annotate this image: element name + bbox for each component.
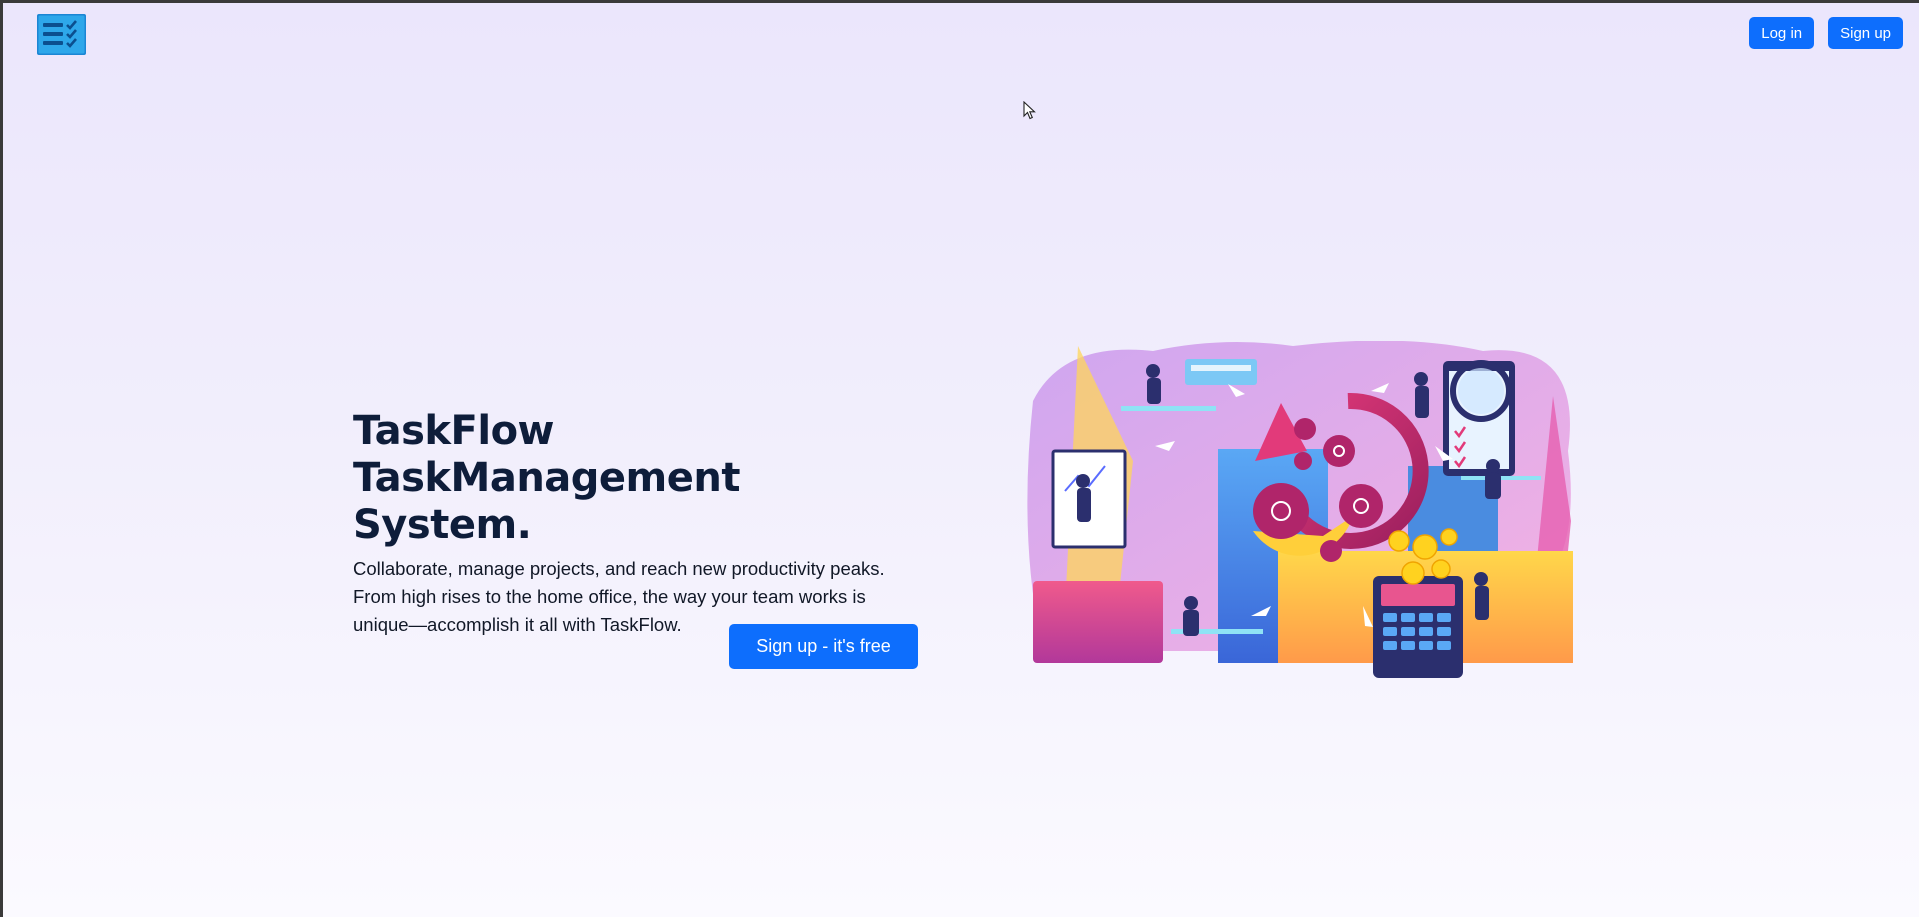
login-button[interactable]: Log in <box>1749 17 1815 49</box>
taskflow-logo-icon[interactable] <box>37 14 86 55</box>
hero-title: TaskFlow TaskManagement System. <box>353 408 740 548</box>
mouse-cursor-icon <box>1023 101 1036 120</box>
top-navbar: Log in Sign up <box>3 3 1919 65</box>
signup-button[interactable]: Sign up <box>1828 17 1903 49</box>
auth-buttons: Log in Sign up <box>1749 17 1903 49</box>
hero-section: TaskFlow TaskManagement System. Collabor… <box>353 408 923 639</box>
signup-free-button[interactable]: Sign up - it's free <box>729 624 918 669</box>
team-productivity-illustration-icon <box>1027 341 1573 678</box>
